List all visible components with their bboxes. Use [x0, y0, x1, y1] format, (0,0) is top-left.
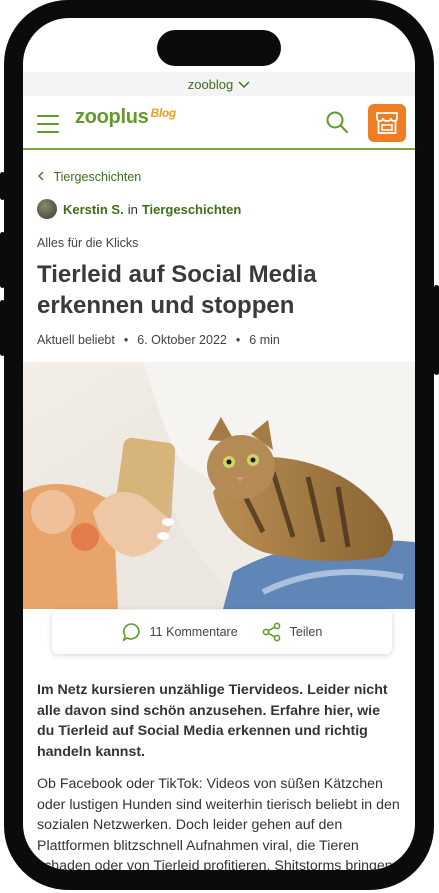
- breadcrumb[interactable]: Tiergeschichten: [37, 170, 141, 184]
- share-label: Teilen: [289, 625, 323, 639]
- comments-button[interactable]: 11 Kommentare: [122, 622, 238, 642]
- phone-device: zooblog zooplus Blog Tiergeschichten Ker…: [0, 0, 439, 893]
- logo-sub: Blog: [150, 106, 176, 120]
- author-line: Kerstin S. in Tiergeschichten: [37, 199, 241, 219]
- meta-date: 6. Oktober 2022: [137, 333, 227, 347]
- chevron-down-icon: [238, 77, 250, 92]
- article-meta: Aktuell beliebt • 6. Oktober 2022 • 6 min: [37, 333, 280, 347]
- article-body: Ob Facebook oder TikTok: Videos von süße…: [37, 776, 400, 870]
- search-icon[interactable]: [325, 110, 349, 134]
- dynamic-island: [157, 30, 281, 66]
- blog-switcher-label: zooblog: [187, 76, 234, 92]
- avatar[interactable]: [37, 199, 57, 219]
- power-button: [434, 285, 439, 375]
- zooplus-blog-logo[interactable]: zooplus Blog: [75, 106, 176, 129]
- shop-icon[interactable]: [368, 104, 406, 142]
- share-button[interactable]: Teilen: [262, 622, 323, 642]
- blog-switcher[interactable]: zooblog: [23, 72, 415, 96]
- comments-label: 11 Kommentare: [149, 625, 238, 639]
- comment-icon: [122, 623, 140, 642]
- meta-read-time: 6 min: [249, 333, 280, 347]
- logo-brand: zooplus: [75, 106, 149, 128]
- article-lead: Im Netz kursieren unzählige Tiervideos. …: [37, 682, 388, 760]
- article-kicker: Alles für die Klicks: [37, 236, 139, 250]
- chevron-left-icon: [37, 170, 47, 184]
- comment-share-bar: 11 Kommentare Teilen: [52, 610, 392, 654]
- meta-tag: Aktuell beliebt: [37, 333, 115, 347]
- site-header: zooplus Blog: [23, 96, 415, 150]
- author-category-link[interactable]: Tiergeschichten: [142, 202, 241, 217]
- hamburger-icon[interactable]: [37, 115, 59, 139]
- author-name[interactable]: Kerstin S.: [63, 202, 124, 217]
- page-title: Tierleid auf Social Media erkennen und s…: [37, 261, 317, 319]
- page-content: zooblog zooplus Blog Tiergeschichten Ker…: [23, 72, 415, 870]
- share-icon: [262, 622, 281, 642]
- screen: zooblog zooplus Blog Tiergeschichten Ker…: [23, 18, 415, 870]
- breadcrumb-label: Tiergeschichten: [53, 170, 142, 184]
- hero-image: ©: [23, 362, 415, 609]
- author-connector: in: [127, 201, 138, 217]
